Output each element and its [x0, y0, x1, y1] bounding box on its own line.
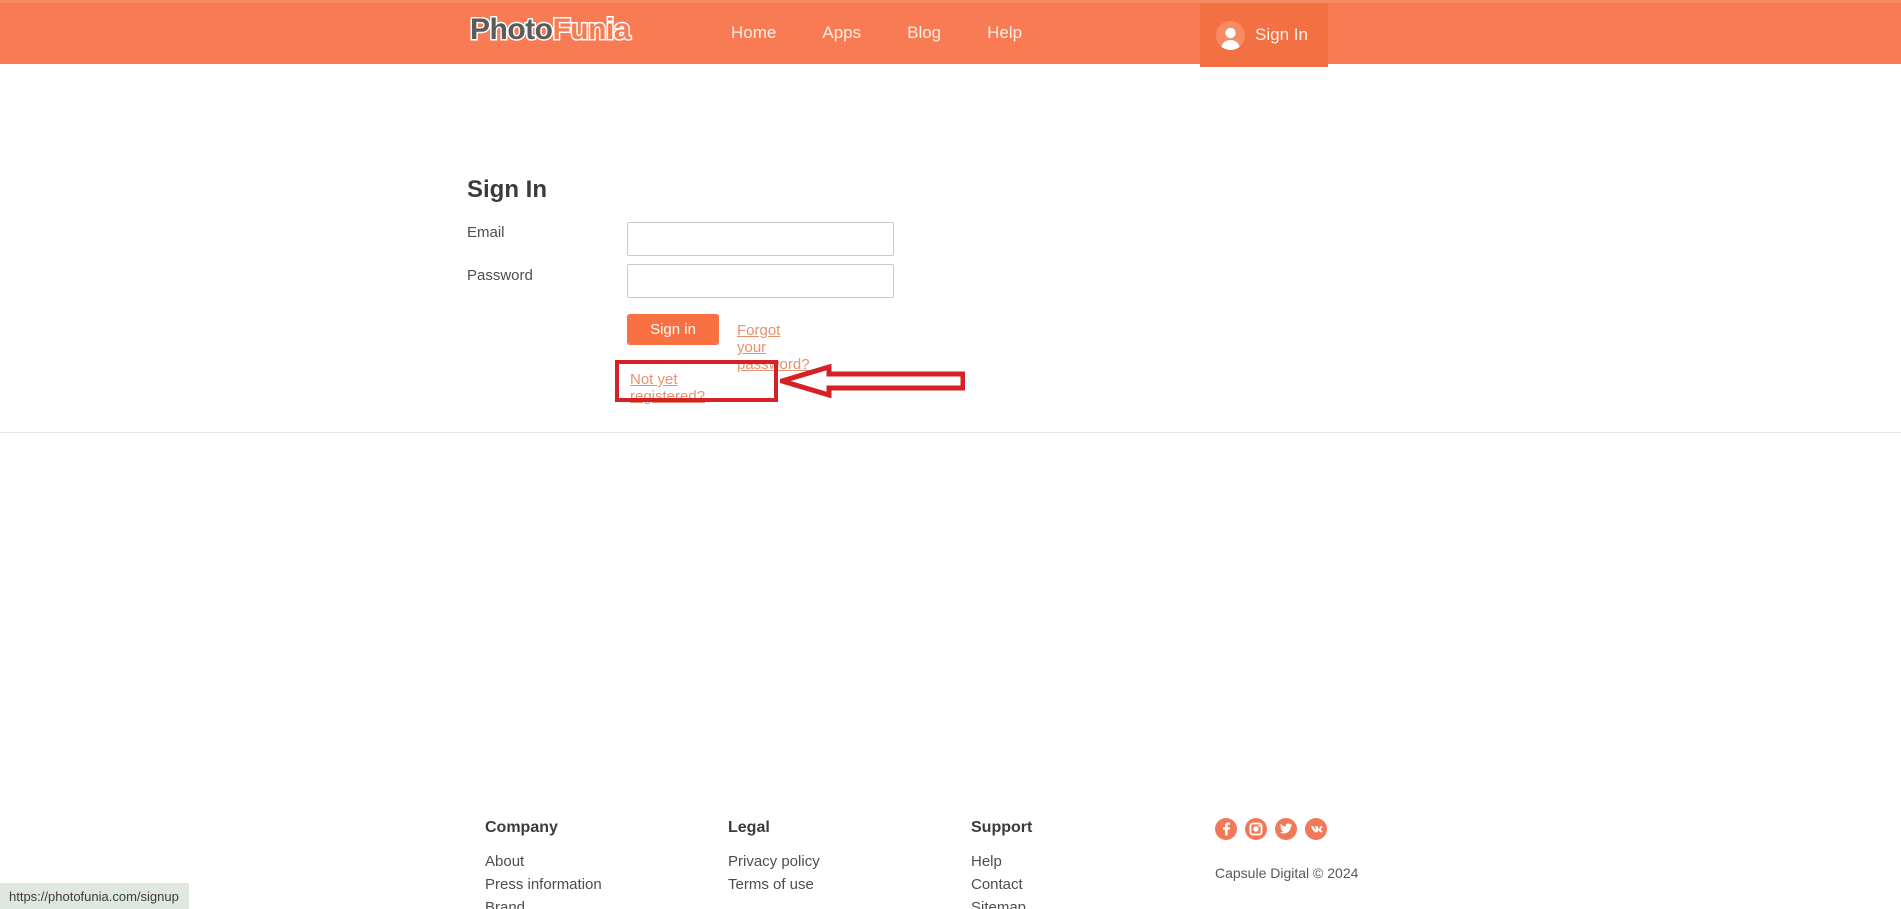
footer-heading-support: Support — [971, 819, 1033, 836]
footer-column-legal: Legal Privacy policy Terms of use — [728, 819, 820, 896]
main-content: Sign In Email Password Sign in Forgot yo… — [0, 64, 1901, 433]
user-avatar-icon — [1216, 20, 1245, 50]
browser-status-bar: https://photofunia.com/signup — [0, 883, 189, 909]
nav-item-help[interactable]: Help — [964, 23, 1045, 43]
header-signin-button[interactable]: Sign In — [1200, 3, 1328, 67]
instagram-icon[interactable] — [1245, 818, 1267, 840]
footer-link-press-information[interactable]: Press information — [485, 873, 602, 896]
footer-column-company: Company About Press information Brand — [485, 819, 602, 909]
photofunia-logo[interactable]: PhotoFunia — [468, 13, 632, 46]
footer-link-privacy-policy[interactable]: Privacy policy — [728, 850, 820, 873]
logo-text-funia: Funia — [551, 13, 632, 46]
footer-link-terms-of-use[interactable]: Terms of use — [728, 873, 820, 896]
nav-item-blog[interactable]: Blog — [884, 23, 964, 43]
email-label: Email — [467, 224, 505, 241]
main-navigation: Home Apps Blog Help — [708, 23, 1045, 43]
footer-heading-company: Company — [485, 819, 558, 836]
footer-heading-legal: Legal — [728, 819, 770, 836]
header-signin-label: Sign In — [1255, 25, 1308, 44]
signin-submit-button[interactable]: Sign in — [627, 314, 719, 345]
email-input[interactable] — [627, 222, 894, 256]
social-links — [1215, 818, 1327, 840]
copyright-text: Capsule Digital © 2024 — [1215, 865, 1359, 881]
footer-link-brand[interactable]: Brand — [485, 896, 602, 909]
vk-icon[interactable] — [1305, 818, 1327, 840]
footer-link-about[interactable]: About — [485, 850, 602, 873]
password-label: Password — [467, 267, 533, 284]
footer-column-support: Support Help Contact Sitemap — [971, 819, 1032, 909]
facebook-icon[interactable] — [1215, 818, 1237, 840]
password-input[interactable] — [627, 264, 894, 298]
footer-link-contact[interactable]: Contact — [971, 873, 1032, 896]
forgot-password-link[interactable]: Forgot your password? — [737, 322, 810, 373]
site-header: PhotoFunia Home Apps Blog Help Sign In — [0, 0, 1901, 67]
footer-link-sitemap[interactable]: Sitemap — [971, 896, 1032, 909]
nav-item-home[interactable]: Home — [708, 23, 799, 43]
not-yet-registered-link[interactable]: Not yet registered? — [630, 371, 705, 405]
page-title: Sign In — [467, 176, 547, 203]
nav-item-apps[interactable]: Apps — [799, 23, 884, 43]
logo-text-photo: Photo — [468, 13, 554, 46]
status-bar-url: https://photofunia.com/signup — [9, 888, 179, 904]
content-footer-divider — [0, 432, 1901, 433]
footer-link-help[interactable]: Help — [971, 850, 1032, 873]
twitter-icon[interactable] — [1275, 818, 1297, 840]
